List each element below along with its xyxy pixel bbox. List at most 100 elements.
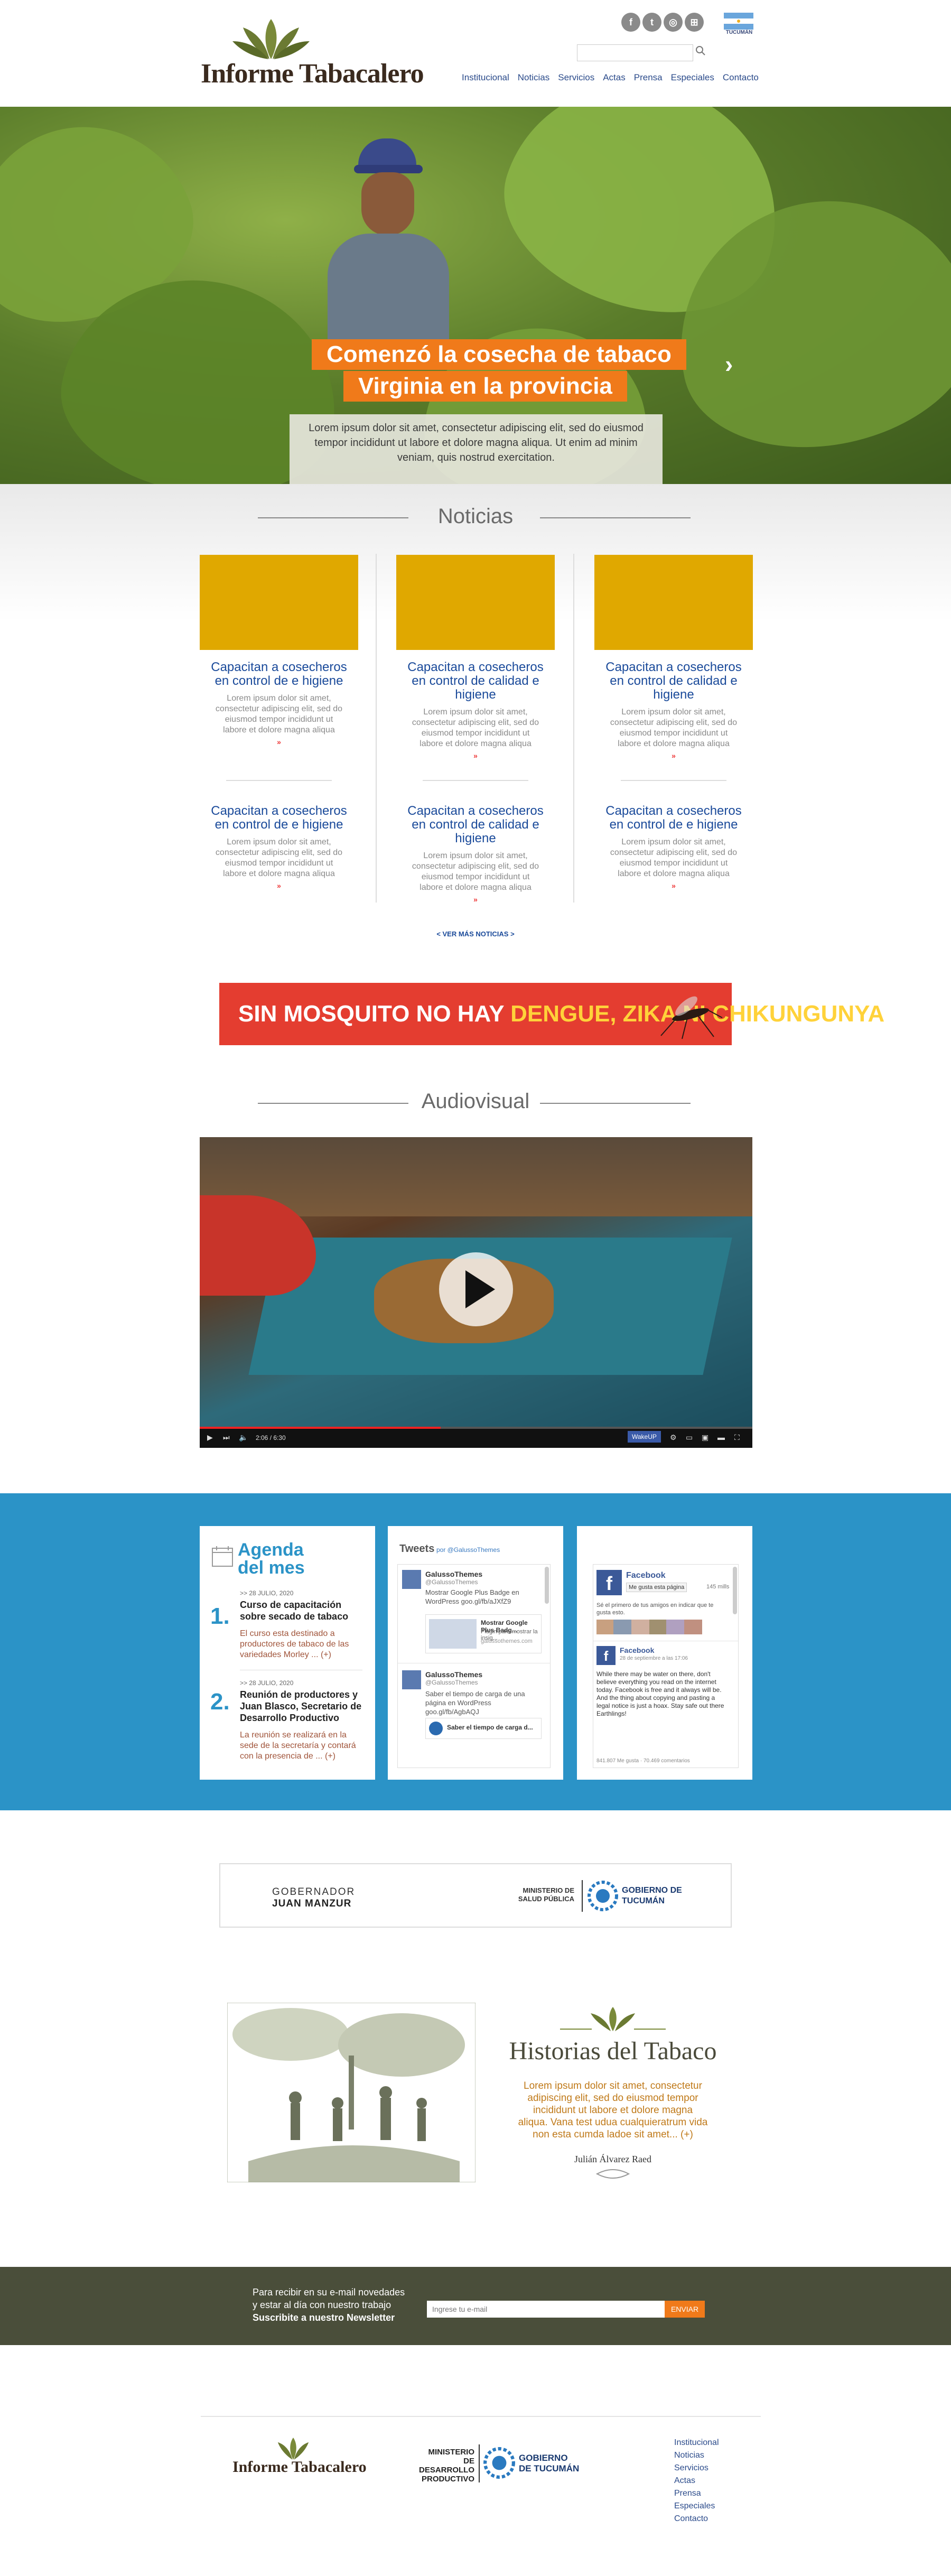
facebook-widget[interactable]: f Facebook Me gusta esta página 145 mill… xyxy=(593,1564,739,1768)
agenda-item-number: 1. xyxy=(210,1603,230,1629)
tweet-card[interactable]: Saber el tiempo de carga d... xyxy=(425,1718,542,1739)
news-more-link[interactable]: » xyxy=(396,751,555,760)
news-title[interactable]: Capacitan a cosecheros en control de cal… xyxy=(396,661,555,702)
site-logo[interactable]: Informe Tabacalero xyxy=(201,18,428,89)
search-input[interactable] xyxy=(577,44,693,61)
ver-mas-noticias-link[interactable]: < VER MÁS NOTICIAS > xyxy=(402,930,549,938)
facebook-post-stats: 841.807 Me gusta · 70.469 comentarios xyxy=(596,1758,690,1764)
hero-title-line1[interactable]: Comenzó la cosecha de tabaco xyxy=(312,339,686,370)
footer-link-contacto[interactable]: Contacto xyxy=(674,2514,708,2524)
footer-link-actas[interactable]: Actas xyxy=(674,2476,695,2486)
facebook-icon[interactable]: f xyxy=(621,13,640,32)
footer-link-institucional[interactable]: Institucional xyxy=(674,2438,719,2448)
historias-text[interactable]: Lorem ipsum dolor sit amet, consectetur … xyxy=(518,2080,708,2141)
news-card[interactable]: Capacitan a cosecheros en control de cal… xyxy=(594,555,753,760)
nav-institucional[interactable]: Institucional xyxy=(458,70,514,86)
fullscreen-icon[interactable]: ⛶ xyxy=(734,1433,740,1442)
video-brand[interactable]: WakeUP xyxy=(628,1431,661,1443)
subtitles-icon[interactable]: ▭ xyxy=(686,1433,693,1442)
miniplayer-icon[interactable]: ▣ xyxy=(702,1433,708,1442)
nav-especiales[interactable]: Especiales xyxy=(667,70,719,86)
scrollbar[interactable] xyxy=(733,1567,737,1614)
news-title[interactable]: Capacitan a cosecheros en control de cal… xyxy=(396,804,555,845)
news-card[interactable]: Capacitan a cosecheros en control de e h… xyxy=(200,794,358,890)
play-icon xyxy=(465,1270,495,1308)
agenda-item-text[interactable]: La reunión se realizará en la sede de la… xyxy=(240,1730,362,1762)
tweet-card[interactable]: Mostrar Google Plus Badg... Plugin para … xyxy=(425,1614,542,1653)
news-title[interactable]: Capacitan a cosecheros en control de e h… xyxy=(200,804,358,832)
footer-link-prensa[interactable]: Prensa xyxy=(674,2489,701,2498)
volume-icon[interactable]: 🔈 xyxy=(239,1433,248,1442)
tweets-by[interactable]: por @GalussoThemes xyxy=(436,1546,500,1554)
rss-icon[interactable]: ⊞ xyxy=(685,13,704,32)
settings-icon[interactable]: ⚙ xyxy=(670,1433,677,1442)
news-excerpt: Lorem ipsum dolor sit amet, consectetur … xyxy=(215,838,343,878)
facebook-page-name[interactable]: Facebook xyxy=(626,1571,666,1580)
dengue-banner[interactable]: SIN MOSQUITO NO HAY DENGUE, ZIKA NI CHIK… xyxy=(219,983,884,1045)
tweet-handle[interactable]: @GalussoThemes xyxy=(425,1578,478,1586)
next-icon[interactable]: ⏭ xyxy=(223,1433,230,1442)
scrollbar[interactable] xyxy=(545,1567,549,1604)
video-player[interactable]: ▶ ⏭ 🔈 2:06 / 6:30 WakeUP ⚙ ▭ ▣ ▬ ⛶ xyxy=(200,1137,752,1448)
news-image[interactable] xyxy=(396,555,555,650)
agenda-item-title[interactable]: Curso de capacitación sobre secado de ta… xyxy=(240,1599,362,1622)
flag-label: TUCUMÁN xyxy=(725,30,753,35)
nav-servicios[interactable]: Servicios xyxy=(554,70,599,86)
slider-next-arrow-icon[interactable]: › xyxy=(725,350,733,378)
theater-icon[interactable]: ▬ xyxy=(717,1433,725,1442)
play-small-icon[interactable]: ▶ xyxy=(207,1433,213,1442)
agenda-title-line1: Agenda xyxy=(238,1540,304,1560)
footer-gobierno-sun-icon xyxy=(483,2447,515,2479)
instagram-icon[interactable]: ◎ xyxy=(664,13,683,32)
facebook-like-button[interactable]: Me gusta esta página xyxy=(626,1583,687,1592)
footer-logo[interactable]: Informe Tabacalero xyxy=(231,2437,369,2479)
column-divider xyxy=(573,554,574,903)
news-title[interactable]: Capacitan a cosecheros en control de e h… xyxy=(594,804,753,832)
news-excerpt: Lorem ipsum dolor sit amet, consectetur … xyxy=(610,838,738,878)
divider-line xyxy=(540,1103,691,1104)
footer-link-servicios[interactable]: Servicios xyxy=(674,2463,708,2473)
news-card[interactable]: Capacitan a cosecheros en control de e h… xyxy=(200,555,358,746)
row-divider xyxy=(423,780,528,781)
historias-author: Julián Álvarez Raed xyxy=(574,2154,651,2164)
tweet-handle[interactable]: @GalussoThemes xyxy=(425,1679,478,1686)
news-more-link[interactable]: » xyxy=(396,895,555,904)
news-card[interactable]: Capacitan a cosecheros en control de cal… xyxy=(396,794,555,904)
news-more-link[interactable]: » xyxy=(594,751,753,760)
twitter-icon[interactable]: t xyxy=(642,13,661,32)
news-title[interactable]: Capacitan a cosecheros en control de cal… xyxy=(594,661,753,702)
news-more-link[interactable]: » xyxy=(594,881,753,890)
footer-link-especiales[interactable]: Especiales xyxy=(674,2501,715,2511)
agenda-item-text[interactable]: El curso esta destinado a productores de… xyxy=(240,1629,362,1660)
news-image[interactable] xyxy=(200,555,358,650)
tweet-author[interactable]: GalussoThemes xyxy=(425,1570,482,1578)
newsletter-email-input[interactable] xyxy=(427,2301,665,2318)
nav-actas[interactable]: Actas xyxy=(599,70,630,86)
play-button[interactable] xyxy=(439,1252,513,1326)
news-more-link[interactable]: » xyxy=(200,738,358,746)
tweet-author[interactable]: GalussoThemes xyxy=(425,1670,482,1679)
news-image[interactable] xyxy=(594,555,753,650)
historias-title[interactable]: Historias del Tabaco xyxy=(497,2036,729,2066)
footer-top-line xyxy=(201,2416,761,2417)
row-divider xyxy=(226,780,332,781)
nav-prensa[interactable]: Prensa xyxy=(630,70,667,86)
logo-divider xyxy=(582,1880,583,1912)
news-title[interactable]: Capacitan a cosecheros en control de e h… xyxy=(200,661,358,688)
hero-title-line2[interactable]: Virginia en la provincia xyxy=(343,371,627,402)
facebook-post-title[interactable]: Facebook xyxy=(620,1646,654,1654)
footer-link-noticias[interactable]: Noticias xyxy=(674,2451,704,2460)
nav-contacto[interactable]: Contacto xyxy=(719,70,763,86)
agenda-item-title[interactable]: Reunión de productores y Juan Blasco, Se… xyxy=(240,1689,362,1724)
news-card[interactable]: Capacitan a cosecheros en control de cal… xyxy=(396,555,555,760)
news-card[interactable]: Capacitan a cosecheros en control de e h… xyxy=(594,794,753,890)
nav-noticias[interactable]: Noticias xyxy=(514,70,554,86)
twitter-timeline[interactable]: GalussoThemes @GalussoThemes Mostrar Goo… xyxy=(397,1564,551,1768)
news-more-link[interactable]: » xyxy=(200,881,358,890)
video-progress-bar[interactable] xyxy=(200,1427,752,1429)
agenda-title-line2: del mes xyxy=(238,1558,305,1578)
tweet-text: Mostrar Google Plus Badge en WordPress g… xyxy=(425,1588,519,1605)
search-icon[interactable] xyxy=(694,44,709,59)
newsletter-submit-button[interactable]: ENVIAR xyxy=(665,2301,705,2318)
tucuman-flag-icon[interactable] xyxy=(724,13,753,30)
